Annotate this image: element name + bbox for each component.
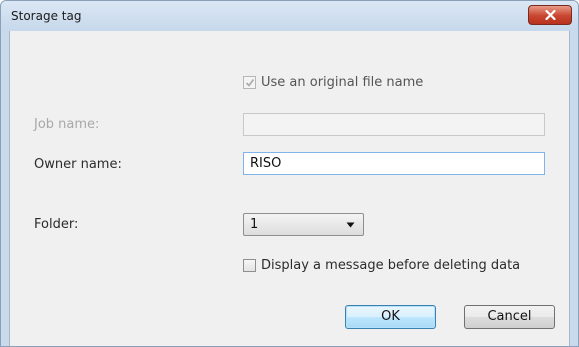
folder-selected-value: 1 <box>250 217 259 232</box>
folder-label: Folder: <box>34 217 79 232</box>
owner-name-field[interactable]: RISO <box>243 152 545 175</box>
dialog-title: Storage tag <box>11 9 82 23</box>
ok-button[interactable]: OK <box>345 305 436 329</box>
folder-dropdown[interactable]: 1 <box>243 213 364 236</box>
owner-name-label: Owner name: <box>34 157 122 172</box>
chevron-down-icon <box>346 222 355 228</box>
cancel-button[interactable]: Cancel <box>464 305 555 329</box>
use-original-file-name-checkbox[interactable] <box>243 76 256 89</box>
use-original-file-name-label: Use an original file name <box>261 75 424 90</box>
display-message-before-deleting-checkbox[interactable] <box>243 259 256 272</box>
checkmark-icon <box>245 79 255 87</box>
dialog-body: Use an original file name Job name: Owne… <box>9 31 570 346</box>
close-button[interactable] <box>528 5 572 25</box>
display-message-before-deleting-label: Display a message before deleting data <box>261 258 521 273</box>
storage-tag-dialog: Storage tag Use an original file name Jo… <box>0 0 579 347</box>
close-icon <box>545 10 556 20</box>
job-name-label: Job name: <box>34 117 100 132</box>
title-bar[interactable]: Storage tag <box>1 1 578 31</box>
job-name-field[interactable] <box>243 113 545 136</box>
